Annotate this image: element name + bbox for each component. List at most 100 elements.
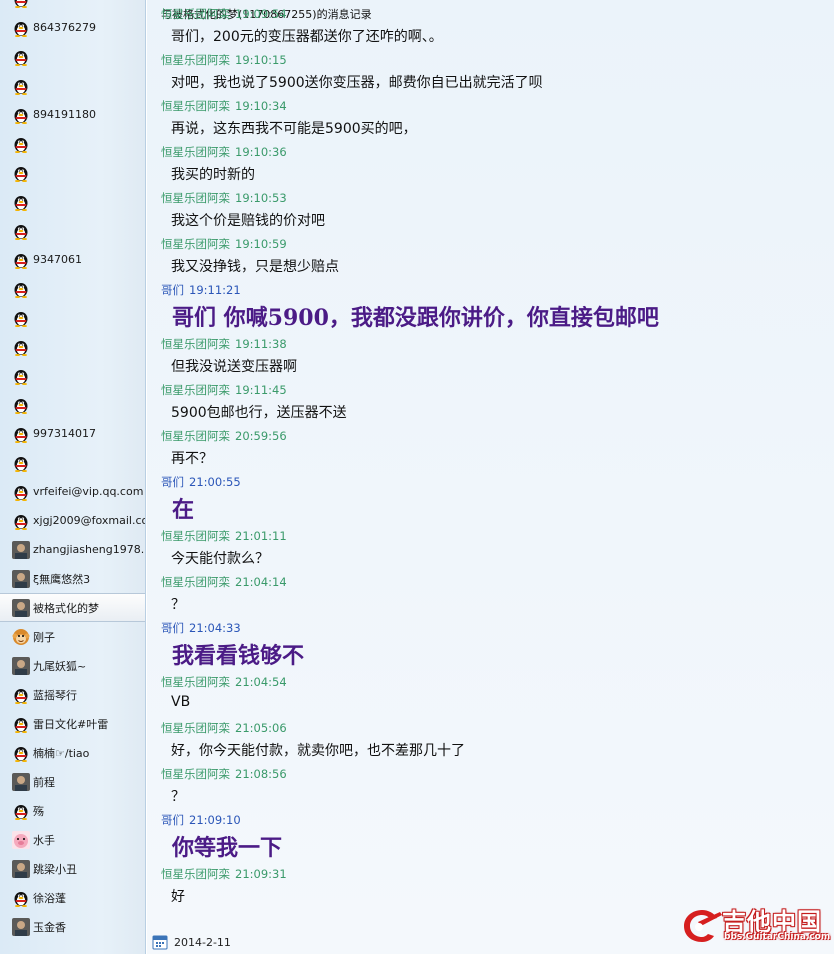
contact-name: 雷日文化#叶雷 [33,717,109,731]
contact-name: ξ無鹰悠然3 [33,572,91,586]
photo-avatar-icon [12,540,30,559]
message-header: 恒星乐团阿栾 21:05:06 [161,720,287,736]
photo-avatar-icon [12,917,30,936]
contact-item[interactable]: 9347061 [0,245,145,274]
contact-item[interactable] [0,216,145,245]
contact-item[interactable]: 被格式化的梦 [0,593,145,622]
contact-item[interactable]: xjgj2009@foxmail.com [0,506,145,535]
contact-item[interactable]: 水手 [0,825,145,854]
qq-penguin-icon [12,889,30,907]
message-text: 再不？ [171,451,213,467]
message-sender: 恒星乐团阿栾 [161,99,230,113]
contact-item[interactable] [0,332,145,361]
contact-item[interactable]: ξ無鹰悠然3 [0,564,145,593]
message-sender: 恒星乐团阿栾 [161,867,230,881]
history-date[interactable]: 2014-2-11 [152,933,231,951]
message-history-panel: 与被格式化的梦(1170867255)的消息记录 恒星乐团阿栾 19:09:54 哥… [147,0,834,954]
message-text: 5900包邮也行，送压器不送 [171,405,347,421]
contact-item[interactable] [0,448,145,477]
contact-name: 刚子 [33,630,55,644]
qq-penguin-icon [12,77,30,95]
contact-name: 玉金香 [33,920,66,934]
contact-item[interactable]: 徐浴蓬 [0,883,145,912]
contact-item[interactable]: vrfeifei@vip.qq.com [0,477,145,506]
message-sender: 恒星乐团阿栾 [161,145,230,159]
message-header: 哥们 21:00:55 [161,474,241,490]
message-header: 哥们 21:09:10 [161,812,241,828]
message-time: 21:08:56 [235,767,287,781]
contact-item[interactable]: 楠楠☞/tiao [0,738,145,767]
message-text: 在 [172,497,195,523]
qq-penguin-icon [12,396,30,414]
contact-item[interactable] [0,390,145,419]
contact-name: 九尾妖狐~ [33,659,87,673]
message-sender: 恒星乐团阿栾 [161,383,230,397]
message-text: 我又没挣钱，只是想少赔点 [171,259,339,275]
message-text: 但我没说送变压器啊 [171,359,297,375]
message-header: 恒星乐团阿栾 21:09:31 [161,866,287,882]
message-time: 19:11:21 [189,283,241,297]
contact-name: xjgj2009@foxmail.com [33,514,145,527]
message-time: 21:09:31 [235,867,287,881]
message-text: VB [171,694,191,710]
contact-item[interactable] [0,187,145,216]
contact-item[interactable] [0,303,145,332]
message-header: 哥们 19:11:21 [161,282,241,298]
contact-item[interactable]: 864376279 [0,13,145,42]
qq-penguin-icon [12,454,30,472]
message-sender: 恒星乐团阿栾 [161,53,230,67]
contact-name: 894191180 [33,108,96,121]
qq-penguin-icon [12,483,30,501]
site-watermark: 吉他中国 bbs.GuitarChina.com [680,902,830,950]
contact-item[interactable]: 前程 [0,767,145,796]
contact-item[interactable]: zhangjiasheng1978... [0,535,145,564]
message-time: 21:09:10 [189,813,241,827]
message-time: 19:10:53 [235,191,287,205]
contact-item[interactable]: 九尾妖狐~ [0,651,145,680]
contact-name: vrfeifei@vip.qq.com [33,485,144,498]
message-text: ？ [171,597,185,613]
photo-avatar-icon [12,859,30,878]
message-sender: 恒星乐团阿栾 [161,529,230,543]
contact-item[interactable] [0,129,145,158]
contact-item[interactable]: 跳梁小丑 [0,854,145,883]
qq-penguin-icon [12,309,30,327]
message-time: 21:04:33 [189,621,241,635]
contact-item[interactable]: 雷日文化#叶雷 [0,709,145,738]
contact-item[interactable]: 刚子 [0,622,145,651]
contact-item[interactable] [0,42,145,71]
message-text: 哥们，200元的变压器都送你了还咋的啊、。 [171,29,443,45]
message-sender: 恒星乐团阿栾 [161,767,230,781]
qq-penguin-icon [12,744,30,762]
message-text: 哥们 你喊5900，我都没跟你讲价，你直接包邮吧 [172,305,659,331]
photo-avatar-icon [12,569,30,588]
message-time: 19:09:54 [235,7,287,21]
contact-item[interactable] [0,274,145,303]
message-text: 我这个价是赔钱的价对吧 [171,213,325,229]
monkey-avatar-icon [12,628,30,646]
message-sender: 恒星乐团阿栾 [161,675,230,689]
qq-penguin-icon [12,222,30,240]
contact-item[interactable] [0,158,145,187]
contact-name: 殇 [33,804,44,818]
contact-item[interactable]: 玉金香 [0,912,145,941]
message-time: 20:59:56 [235,429,287,443]
photo-avatar-icon [12,598,30,617]
message-time: 21:00:55 [189,475,241,489]
message-sender: 恒星乐团阿栾 [161,191,230,205]
contact-item[interactable]: 997314017 [0,419,145,448]
contact-item[interactable]: 894191180 [0,100,145,129]
contact-item[interactable]: 殇 [0,796,145,825]
message-time: 19:10:59 [235,237,287,251]
contact-item[interactable] [0,0,145,13]
calendar-icon[interactable] [152,934,168,950]
contact-item[interactable] [0,361,145,390]
contact-item[interactable]: 蓝摇琴行 [0,680,145,709]
contact-item[interactable] [0,71,145,100]
message-time: 19:11:38 [235,337,287,351]
qq-penguin-icon [12,715,30,733]
watermark-url: bbs.GuitarChina.com [724,932,831,942]
qq-penguin-icon [12,135,30,153]
message-header: 恒星乐团阿栾 19:11:45 [161,382,287,398]
qq-penguin-icon [12,280,30,298]
